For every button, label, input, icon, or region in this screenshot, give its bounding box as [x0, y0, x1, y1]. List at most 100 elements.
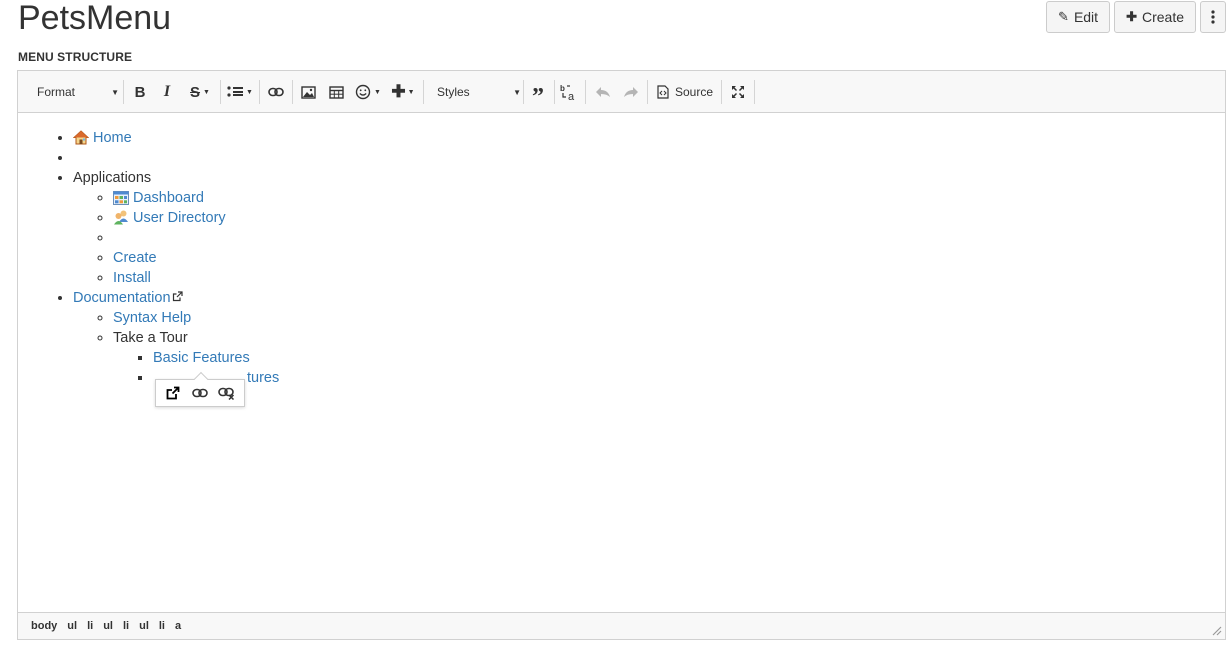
list-item: Install: [113, 268, 1225, 288]
resize-handle-icon[interactable]: [1212, 626, 1222, 636]
bold-icon: B: [134, 83, 146, 101]
bulleted-list-icon: [227, 86, 244, 97]
menu-link-home[interactable]: Home: [93, 130, 132, 146]
chevron-down-icon: ▼: [513, 87, 521, 97]
svg-text:b: b: [560, 84, 565, 93]
strikethrough-button[interactable]: S ▼: [186, 81, 214, 103]
link-icon: [268, 87, 284, 97]
element-path-item[interactable]: ul: [67, 620, 77, 632]
table-button[interactable]: [327, 81, 345, 103]
plus-icon: ✚: [1126, 9, 1137, 24]
element-path-item[interactable]: a: [175, 620, 181, 632]
menu-link-user-directory[interactable]: User Directory: [133, 210, 226, 226]
create-button[interactable]: ✚ Create: [1114, 1, 1196, 33]
list-item: Syntax Help: [113, 308, 1225, 328]
bold-button[interactable]: B: [131, 81, 149, 103]
chevron-down-icon: ▼: [203, 88, 210, 96]
menu-label-applications: Applications: [73, 170, 152, 186]
menu-label-take-a-tour: Take a Tour: [113, 330, 188, 346]
undo-icon: [596, 87, 610, 97]
open-link-button[interactable]: [162, 382, 184, 404]
rich-text-editor: Format ▼ B I S ▼ ▼ ▼ ✚ ▼ Styles ▼ ” b a …: [17, 70, 1226, 640]
element-path-item[interactable]: ul: [103, 620, 113, 632]
list-item: Basic Features: [153, 348, 1225, 368]
source-button-label: Source: [674, 85, 714, 99]
styles-dropdown-label: Styles: [437, 85, 470, 99]
external-link-icon: [172, 291, 183, 302]
link-icon: [192, 388, 208, 398]
toolbar-separator: [220, 80, 221, 104]
redo-icon: [624, 87, 638, 97]
image-icon: [300, 85, 316, 99]
element-path-item[interactable]: li: [159, 620, 165, 632]
menu-link-syntax-help[interactable]: Syntax Help: [113, 310, 191, 326]
menu-link-basic-features[interactable]: Basic Features: [153, 350, 250, 366]
translate-button[interactable]: ba: [559, 81, 579, 103]
editor-content[interactable]: Home Applications Dashboard User Directo…: [18, 113, 1225, 612]
chevron-down-icon: ▼: [374, 88, 381, 96]
menu-link-dashboard[interactable]: Dashboard: [133, 190, 204, 206]
edit-link-button[interactable]: [189, 382, 211, 404]
image-button[interactable]: [299, 81, 317, 103]
styles-dropdown[interactable]: Styles ▼: [433, 81, 525, 103]
toolbar-separator: [554, 80, 555, 104]
list-item: Applications Dashboard User Directory Cr…: [73, 168, 1225, 288]
toolbar-separator: [647, 80, 648, 104]
link-balloon-popup: [155, 371, 245, 407]
toolbar-separator: [259, 80, 260, 104]
list-button[interactable]: ▼: [226, 81, 254, 103]
more-actions-button[interactable]: [1200, 1, 1226, 33]
blockquote-button[interactable]: ”: [528, 81, 548, 110]
menu-link-install[interactable]: Install: [113, 270, 151, 286]
toolbar-separator: [423, 80, 424, 104]
page-actions: ✎ Edit ✚ Create: [1046, 1, 1226, 33]
menu-link-create[interactable]: Create: [113, 250, 157, 266]
chevron-down-icon: ▼: [407, 88, 415, 96]
maximize-icon: [732, 86, 744, 98]
edit-button[interactable]: ✎ Edit: [1046, 1, 1111, 33]
menu-link-documentation[interactable]: Documentation: [73, 290, 171, 306]
quote-icon: ”: [532, 83, 544, 110]
plus-icon: ✚: [391, 82, 406, 101]
format-dropdown[interactable]: Format ▼: [33, 81, 123, 103]
section-label: MENU STRUCTURE: [18, 50, 133, 64]
italic-icon: I: [163, 83, 171, 100]
chevron-down-icon: ▼: [111, 87, 119, 97]
page-title: PetsMenu: [18, 0, 172, 37]
undo-button[interactable]: [593, 81, 613, 103]
element-path-item[interactable]: li: [87, 620, 93, 632]
submenu-list: Syntax Help Take a Tour Basic Features t…: [73, 308, 1225, 388]
list-item: Dashboard: [113, 188, 1225, 208]
submenu-list: Basic Features tures: [113, 348, 1225, 388]
smiley-icon: [355, 84, 371, 100]
list-item: tures: [153, 368, 1225, 388]
emoji-button[interactable]: ▼: [354, 81, 382, 103]
kebab-menu-icon: [1211, 10, 1215, 24]
italic-button[interactable]: I: [158, 81, 176, 103]
link-button[interactable]: [266, 81, 286, 103]
toolbar-separator: [754, 80, 755, 104]
toolbar-separator: [585, 80, 586, 104]
list-item: Documentation Syntax Help Take a Tour Ba…: [73, 288, 1225, 388]
element-path-item[interactable]: li: [123, 620, 129, 632]
list-item: Create: [113, 248, 1225, 268]
source-code-icon: [657, 85, 669, 99]
editor-toolbar: Format ▼ B I S ▼ ▼ ▼ ✚ ▼ Styles ▼ ” b a …: [18, 71, 1225, 113]
list-item: [113, 228, 1225, 248]
toolbar-separator: [123, 80, 124, 104]
menu-link-advanced-features[interactable]: tures: [247, 370, 279, 386]
strikethrough-icon: S: [190, 83, 201, 101]
table-icon: [328, 85, 344, 99]
dashboard-icon: [113, 191, 129, 205]
maximize-button[interactable]: [729, 81, 747, 103]
toolbar-separator: [523, 80, 524, 104]
source-button[interactable]: Source: [655, 81, 715, 103]
element-path-item[interactable]: ul: [139, 620, 149, 632]
element-path-item[interactable]: body: [31, 620, 57, 632]
edit-button-label: Edit: [1073, 9, 1099, 25]
list-item: User Directory: [113, 208, 1225, 228]
insert-button[interactable]: ✚ ▼: [390, 81, 416, 103]
redo-button[interactable]: [621, 81, 641, 103]
create-button-label: Create: [1141, 9, 1184, 25]
unlink-button[interactable]: [216, 382, 238, 404]
